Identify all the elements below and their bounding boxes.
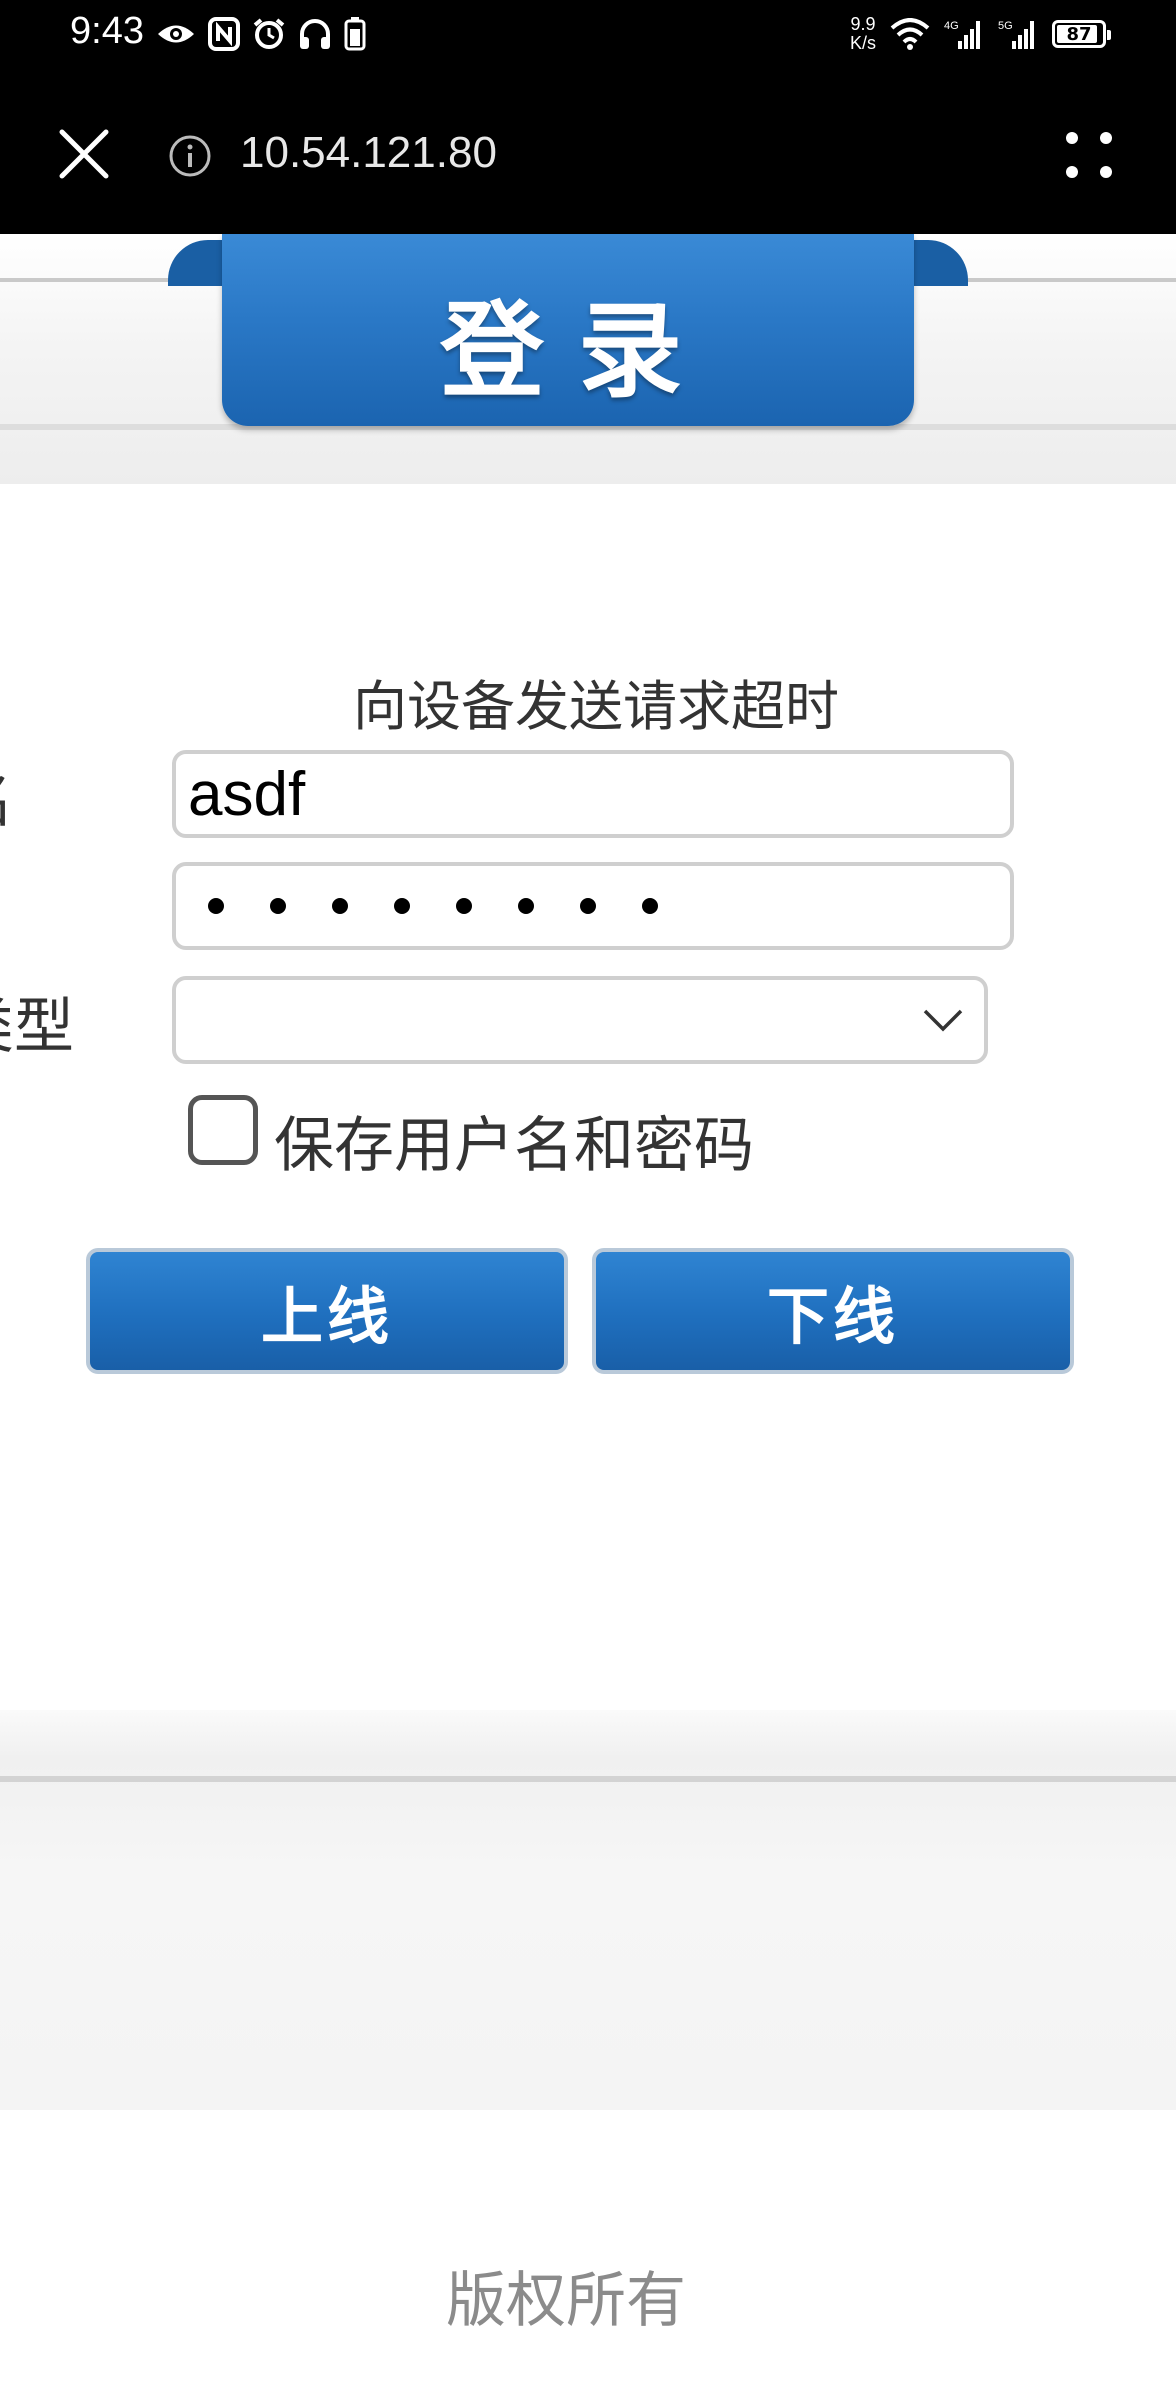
speed-value: 9.9 bbox=[850, 14, 876, 34]
info-icon[interactable] bbox=[168, 134, 212, 178]
eye-icon bbox=[158, 25, 194, 43]
nfc-icon bbox=[208, 17, 240, 51]
network-speed: 9.9 K/s bbox=[850, 15, 876, 53]
remember-checkbox[interactable] bbox=[188, 1095, 258, 1165]
headphones-icon bbox=[300, 19, 330, 49]
copyright-text: 版权所有 bbox=[446, 2266, 686, 2336]
username-input[interactable] bbox=[176, 754, 1010, 834]
remember-row[interactable]: 保存用户名和密码 bbox=[188, 1090, 754, 1181]
battery-icon: 87 bbox=[1052, 20, 1111, 48]
password-mask bbox=[208, 866, 658, 946]
wifi-icon bbox=[890, 18, 930, 50]
alarm-icon bbox=[253, 18, 285, 49]
offline-button[interactable]: 下线 bbox=[592, 1248, 1074, 1374]
status-time: 9:43 bbox=[70, 10, 144, 52]
username-field[interactable] bbox=[172, 750, 1014, 838]
username-label: 名 bbox=[0, 752, 14, 839]
copyright: 版权所有 bbox=[0, 2252, 1176, 2339]
speed-unit: K/s bbox=[849, 33, 876, 53]
footer-divider bbox=[0, 1776, 1176, 1782]
remember-label: 保存用户名和密码 bbox=[274, 1110, 754, 1181]
online-button[interactable]: 上线 bbox=[86, 1248, 568, 1374]
status-icons-right: 9.9 K/s 4G 5G 87 bbox=[850, 12, 1111, 56]
status-icons-left bbox=[156, 14, 366, 54]
battery-level: 87 bbox=[1066, 23, 1092, 45]
url-text[interactable]: 10.54.121.80 bbox=[240, 128, 497, 178]
type-label: 类型 bbox=[0, 992, 74, 1062]
signal-4g-icon: 4G bbox=[944, 20, 980, 49]
signal-5g-icon: 5G bbox=[998, 20, 1034, 49]
password-field[interactable] bbox=[172, 862, 1014, 950]
close-icon[interactable] bbox=[52, 122, 116, 186]
chevron-down-icon bbox=[923, 1009, 963, 1032]
title-ribbon: 登录 bbox=[222, 234, 914, 426]
type-select[interactable] bbox=[172, 976, 988, 1064]
status-message: 向设备发送请求超时 bbox=[0, 662, 1176, 741]
status-message-text: 向设备发送请求超时 bbox=[353, 675, 839, 738]
more-icon[interactable] bbox=[1062, 128, 1116, 182]
footer-band bbox=[0, 1710, 1176, 2110]
page-title: 登录 bbox=[439, 289, 716, 412]
status-bar: 9:43 9.9 K/s 4G 5G 87 bbox=[0, 0, 1176, 72]
svg-text:5G: 5G bbox=[998, 20, 1013, 32]
svg-text:4G: 4G bbox=[944, 20, 959, 32]
device-battery-icon bbox=[344, 17, 366, 51]
browser-toolbar: 10.54.121.80 bbox=[0, 72, 1176, 234]
